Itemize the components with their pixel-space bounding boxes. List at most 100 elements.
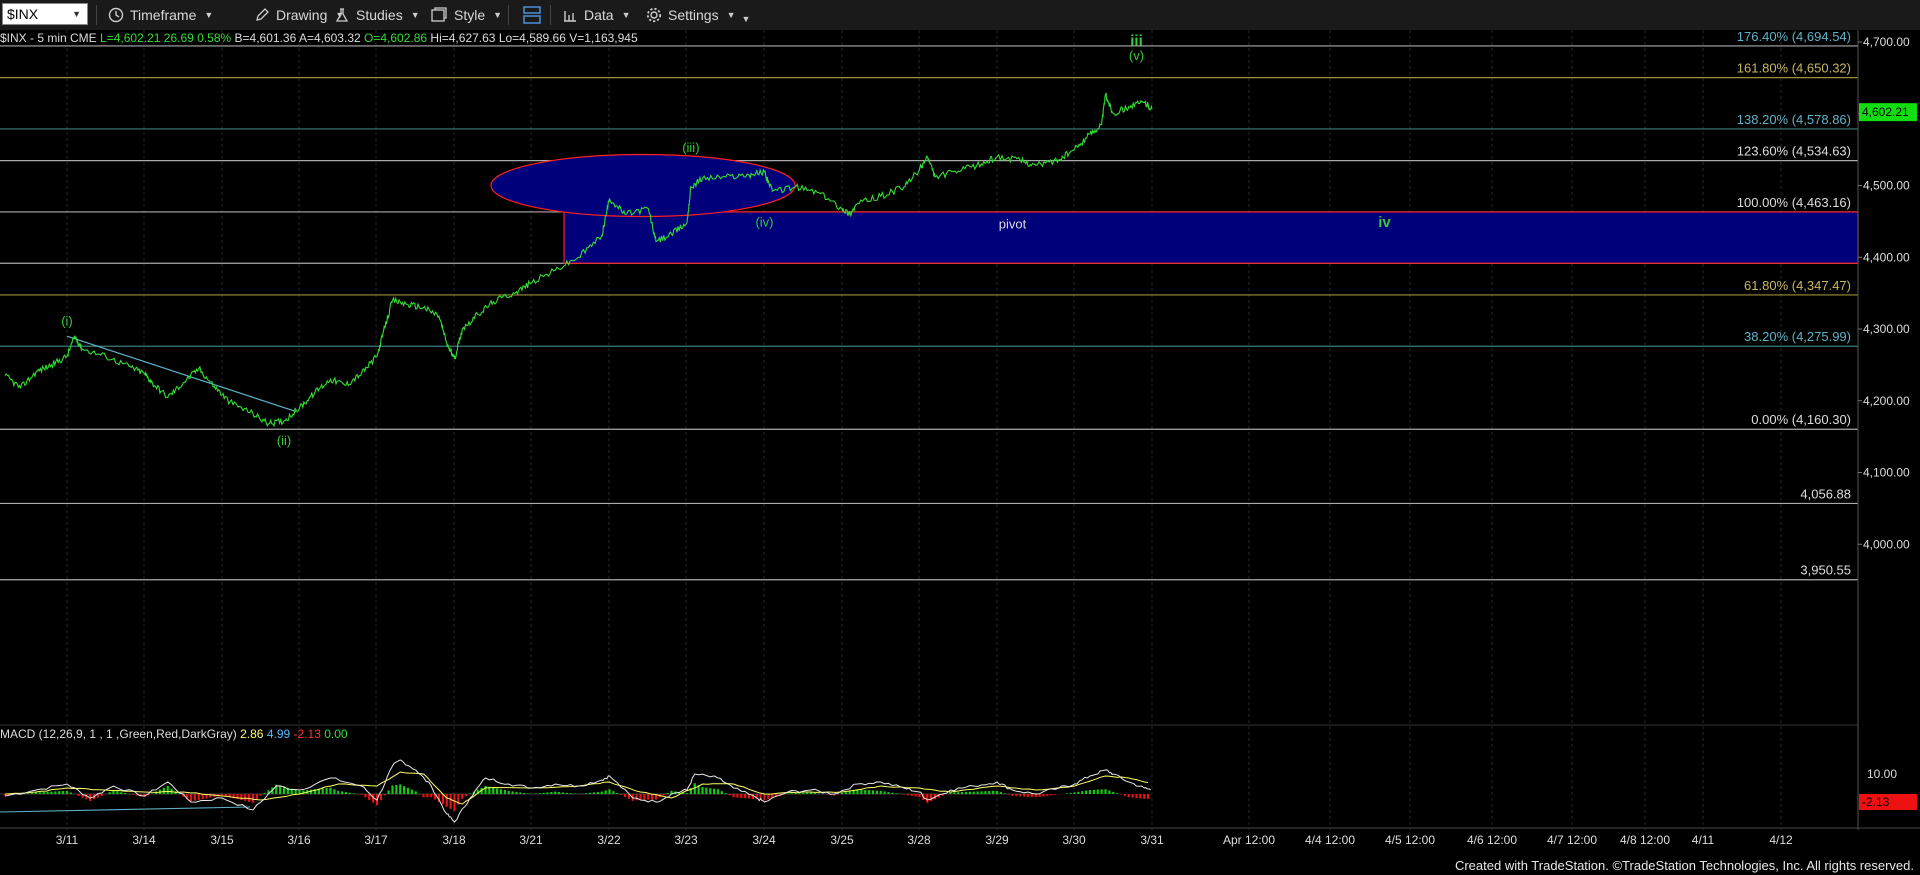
layout-button[interactable] xyxy=(522,4,548,26)
open-price: O=4,602.86 xyxy=(364,31,428,45)
macd-value-4: 0.00 xyxy=(324,727,348,741)
time-tick-label: 3/18 xyxy=(442,833,466,847)
low-price: Lo=4,589.66 xyxy=(498,31,566,45)
chevron-down-icon: ▼ xyxy=(204,10,214,20)
wave-label: iv xyxy=(1378,214,1391,231)
wave-label: pivot xyxy=(999,217,1027,232)
price-tick-label: 4,000.00 xyxy=(1863,537,1910,551)
ask-price: A=4,603.32 xyxy=(298,31,361,45)
symbol-info: $INX - 5 min CME xyxy=(0,31,97,45)
time-tick-label: 3/11 xyxy=(56,833,79,847)
volume: V=1,163,945 xyxy=(569,31,638,45)
fib-level-label: 0.00% (4,160.30) xyxy=(1751,412,1851,427)
fib-level-label: 100.00% (4,463.16) xyxy=(1737,195,1851,210)
studies-label: Studies xyxy=(356,7,403,23)
toolbar-separator xyxy=(508,5,509,25)
price-tick-label: 4,400.00 xyxy=(1863,250,1910,264)
time-tick-label: Apr 12:00 xyxy=(1223,833,1275,847)
settings-button[interactable]: Settings ▼ ▼ xyxy=(646,4,750,26)
settings-label: Settings xyxy=(668,7,719,23)
fib-level-label: 4,056.88 xyxy=(1800,486,1851,501)
time-tick-label: 3/24 xyxy=(752,833,776,847)
fib-level-label: 61.80% (4,347.47) xyxy=(1744,278,1851,293)
fib-level-label: 38.20% (4,275.99) xyxy=(1744,329,1851,344)
wave-label: (iii) xyxy=(682,140,699,155)
chevron-down-icon: ▼ xyxy=(726,10,736,20)
price-tick-label: 4,500.00 xyxy=(1863,179,1910,193)
timeframe-button[interactable]: Timeframe ▼ xyxy=(108,4,213,26)
wave-label: (i) xyxy=(61,313,73,328)
macd-value-tag-text: -2.13 xyxy=(1862,795,1890,809)
macd-value-3: -2.13 xyxy=(293,727,321,741)
fib-level-label: 138.20% (4,578.86) xyxy=(1737,112,1851,127)
price-tick-label: 4,700.00 xyxy=(1863,35,1910,49)
pencil-icon xyxy=(254,7,270,23)
time-tick-label: 4/8 12:00 xyxy=(1620,833,1670,847)
price-tick-label: 4,100.00 xyxy=(1863,466,1910,480)
change-value: 26.69 xyxy=(163,31,194,45)
bars-icon xyxy=(562,7,578,23)
time-tick-label: 3/15 xyxy=(210,833,234,847)
chevron-down-icon: ▼ xyxy=(72,9,81,19)
time-tick-label: 4/5 12:00 xyxy=(1385,833,1435,847)
wave-label: (v) xyxy=(1129,48,1144,63)
wave-label: (ii) xyxy=(277,433,291,448)
time-tick-label: 4/12 xyxy=(1769,833,1793,847)
data-label: Data xyxy=(584,7,614,23)
time-tick-label: 3/25 xyxy=(830,833,854,847)
macd-header: MACD (12,26,9, 1 , 1 ,Green,Red,DarkGray… xyxy=(0,727,348,741)
macd-value-2: 4.99 xyxy=(266,727,291,741)
wave-label: (iv) xyxy=(755,214,773,229)
time-tick-label: 3/14 xyxy=(132,833,156,847)
bid-price: B=4,601.36 xyxy=(234,31,297,45)
time-tick-label: 4/7 12:00 xyxy=(1547,833,1597,847)
toolbar: $INX ▼ Timeframe ▼ Drawing ▼ Studies ▼ S… xyxy=(0,0,1920,31)
chevron-down-icon: ▼ xyxy=(410,10,420,20)
clock-icon xyxy=(108,7,124,23)
time-tick-label: 3/23 xyxy=(674,833,698,847)
chevron-down-icon: ▼ xyxy=(493,10,503,20)
symbol-header: $INX - 5 min CME L=4,602.21 26.69 0.58% … xyxy=(0,31,638,45)
ellipse-highlight xyxy=(490,153,796,218)
macd-name: MACD (12,26,9, 1 , 1 ,Green,Red,DarkGray… xyxy=(0,727,237,741)
macd-tick-label: 10.00 xyxy=(1867,767,1897,781)
fib-level-label: 3,950.55 xyxy=(1800,563,1851,578)
chevron-down-icon: ▼ xyxy=(621,10,631,20)
macd-value-1: 2.86 xyxy=(240,727,264,741)
time-tick-label: 4/4 12:00 xyxy=(1305,833,1355,847)
toolbar-separator xyxy=(550,5,551,25)
fib-level-label: 176.40% (4,694.54) xyxy=(1737,30,1851,44)
fib-level-label: 161.80% (4,650.32) xyxy=(1737,61,1851,76)
style-button[interactable]: Style ▼ xyxy=(430,4,502,26)
style-label: Style xyxy=(454,7,486,23)
symbol-input[interactable]: $INX ▼ xyxy=(2,3,88,25)
time-tick-label: 3/16 xyxy=(287,833,311,847)
flask-icon xyxy=(334,7,350,23)
footer-credit: Created with TradeStation. ©TradeStation… xyxy=(1454,858,1914,873)
time-tick-label: 4/11 xyxy=(1692,833,1715,847)
gear-icon xyxy=(646,7,662,23)
last-price: L=4,602.21 xyxy=(100,31,161,45)
style-icon xyxy=(430,7,448,23)
time-tick-label: 3/21 xyxy=(519,833,543,847)
time-tick-label: 3/17 xyxy=(364,833,388,847)
layout-icon xyxy=(522,5,542,25)
price-tick-label: 4,300.00 xyxy=(1863,322,1910,336)
high-price: Hi=4,627.63 xyxy=(430,31,496,45)
time-tick-label: 3/30 xyxy=(1062,833,1086,847)
drawing-button[interactable]: Drawing ▼ xyxy=(254,4,344,26)
price-chart[interactable]: 176.40% (4,694.54) 161.80% (4,650.32) 138.… xyxy=(0,30,1920,875)
time-tick-label: 3/28 xyxy=(907,833,931,847)
data-button[interactable]: Data ▼ xyxy=(562,4,631,26)
time-tick-label: 3/29 xyxy=(985,833,1009,847)
chevron-down-icon: ▼ xyxy=(741,14,751,24)
drawing-label: Drawing xyxy=(276,7,328,23)
chart-background xyxy=(0,30,1920,875)
fib-level-label: 123.60% (4,534.63) xyxy=(1737,144,1851,159)
time-tick-label: 3/22 xyxy=(597,833,621,847)
studies-button[interactable]: Studies ▼ xyxy=(334,4,420,26)
toolbar-separator xyxy=(96,5,97,25)
change-percent: 0.58% xyxy=(197,31,232,45)
symbol-text: $INX xyxy=(7,6,39,22)
price-tick-label: 4,200.00 xyxy=(1863,394,1910,408)
